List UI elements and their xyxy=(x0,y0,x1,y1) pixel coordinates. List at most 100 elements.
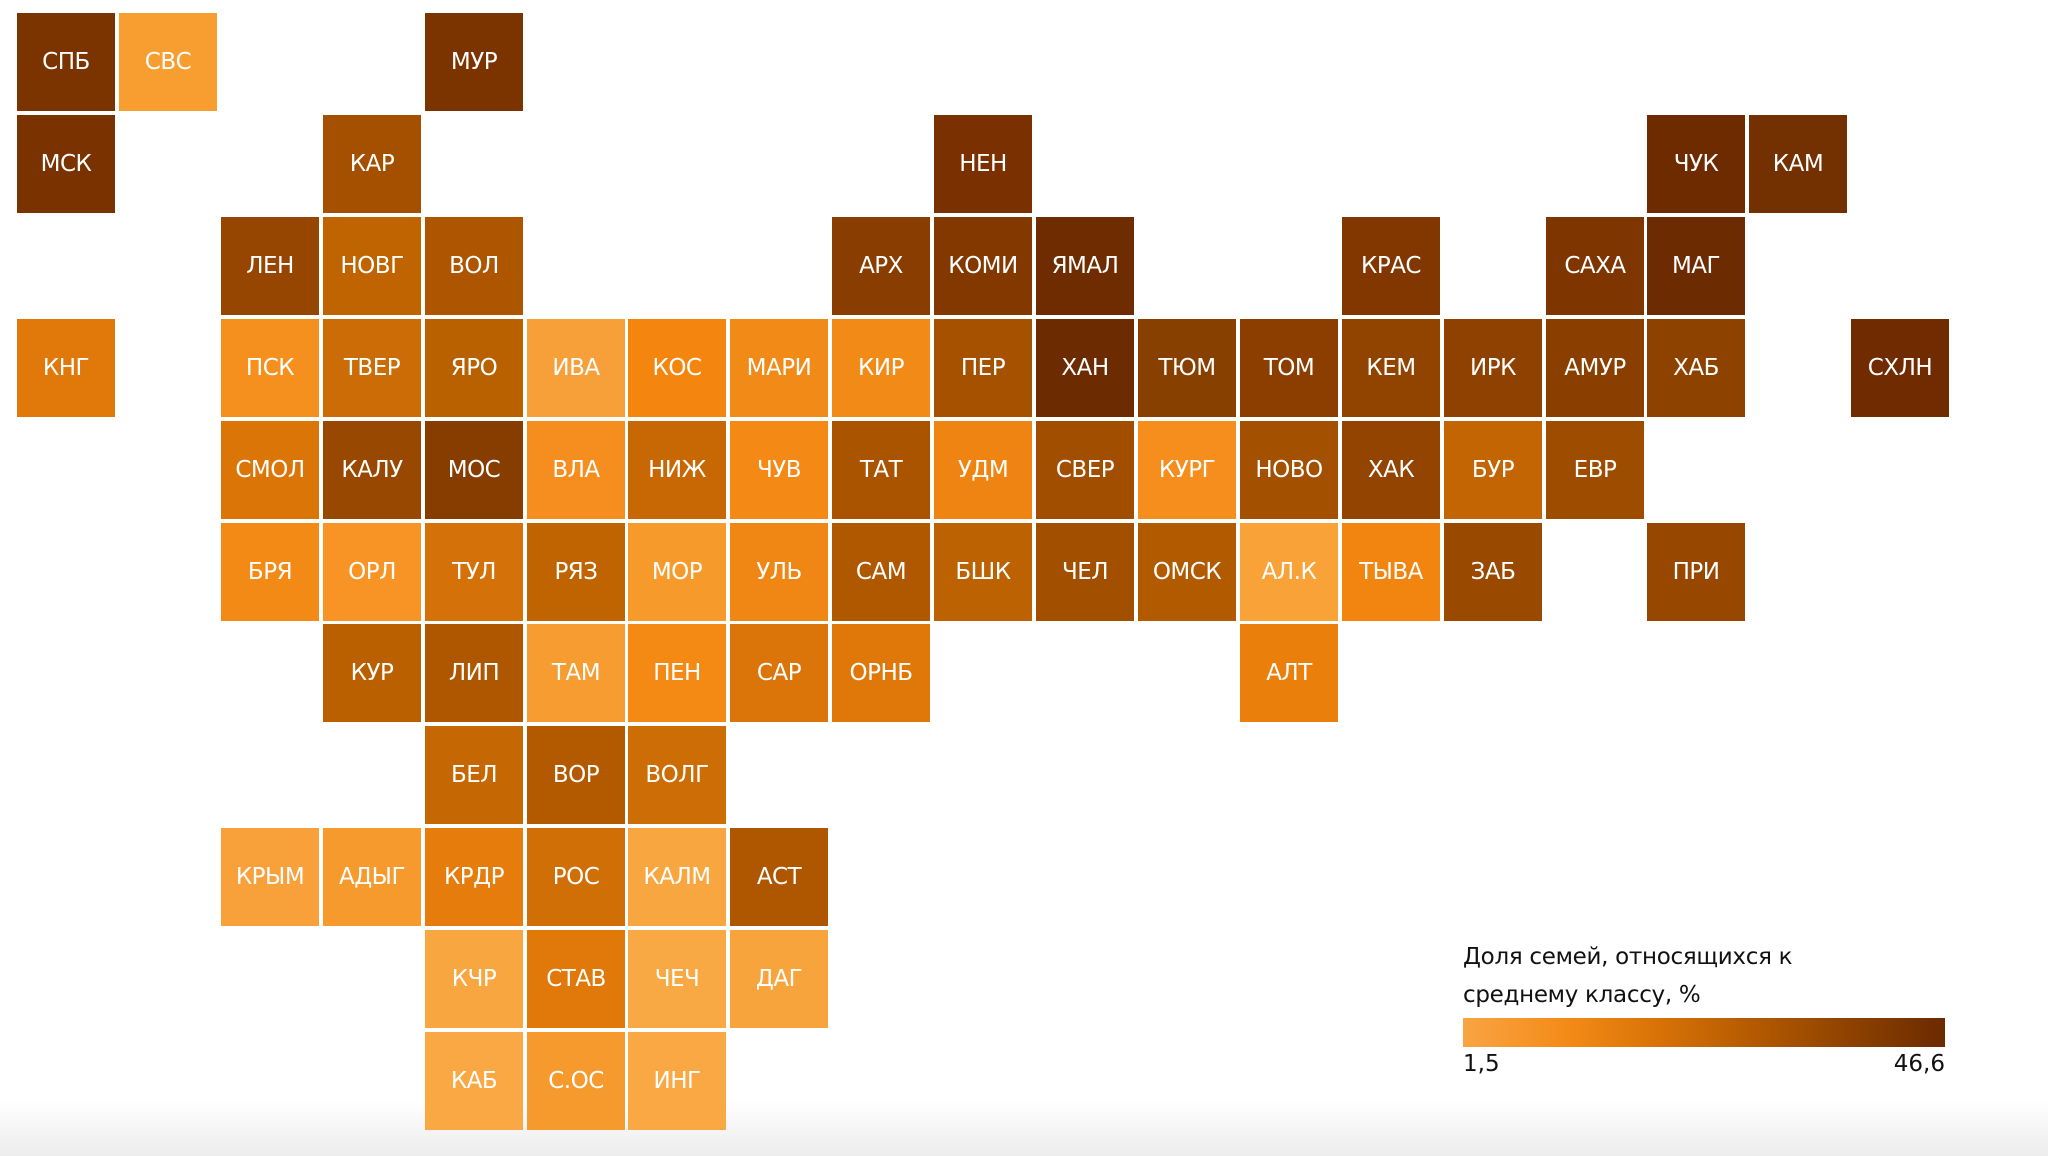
region-tile[interactable]: КАР xyxy=(323,115,421,213)
region-label: САМ xyxy=(855,559,907,585)
region-tile[interactable]: КУРГ xyxy=(1138,421,1236,519)
region-tile[interactable]: СВЕР xyxy=(1036,421,1134,519)
region-tile[interactable]: ДАГ xyxy=(730,930,828,1028)
region-label: ЗАБ xyxy=(1470,559,1516,585)
region-tile[interactable]: ПРИ xyxy=(1647,523,1745,621)
region-tile[interactable]: ЛЕН xyxy=(221,217,319,315)
region-label: НИЖ xyxy=(648,457,706,483)
region-tile[interactable]: УДМ xyxy=(934,421,1032,519)
region-tile[interactable]: САХА xyxy=(1546,217,1644,315)
region-tile[interactable]: ВОЛ xyxy=(425,217,523,315)
region-label: КАБ xyxy=(450,1068,498,1094)
region-tile[interactable]: БУР xyxy=(1444,421,1542,519)
region-tile[interactable]: ИРК xyxy=(1444,319,1542,417)
region-tile[interactable]: ИНГ xyxy=(628,1032,726,1130)
region-tile[interactable]: КРАС xyxy=(1342,217,1440,315)
region-tile[interactable]: НИЖ xyxy=(628,421,726,519)
region-tile[interactable]: САМ xyxy=(832,523,930,621)
region-tile[interactable]: НЕН xyxy=(934,115,1032,213)
region-tile[interactable]: ЯМАЛ xyxy=(1036,217,1134,315)
region-tile[interactable]: ЧЕЛ xyxy=(1036,523,1134,621)
region-tile[interactable]: БШК xyxy=(934,523,1032,621)
region-tile[interactable]: ВОЛГ xyxy=(628,726,726,824)
region-tile[interactable]: КУР xyxy=(323,624,421,722)
region-tile[interactable]: ЧЕЧ xyxy=(628,930,726,1028)
region-tile[interactable]: ТОМ xyxy=(1240,319,1338,417)
region-tile[interactable]: КАБ xyxy=(425,1032,523,1130)
region-tile[interactable]: НОВО xyxy=(1240,421,1338,519)
region-tile[interactable]: КНГ xyxy=(17,319,115,417)
region-tile[interactable]: СВС xyxy=(119,13,217,111)
region-label: КУРГ xyxy=(1158,457,1216,483)
region-label: КАЛУ xyxy=(341,457,403,483)
region-tile[interactable]: ОРЛ xyxy=(323,523,421,621)
region-tile[interactable]: КРЫМ xyxy=(221,828,319,926)
region-tile[interactable]: СПБ xyxy=(17,13,115,111)
region-tile[interactable]: ЧУВ xyxy=(730,421,828,519)
region-tile[interactable]: МОР xyxy=(628,523,726,621)
region-tile[interactable]: ПСК xyxy=(221,319,319,417)
region-tile[interactable]: КОМИ xyxy=(934,217,1032,315)
region-tile[interactable]: АЛ.К xyxy=(1240,523,1338,621)
region-tile[interactable]: ИВА xyxy=(527,319,625,417)
region-tile[interactable]: ТУЛ xyxy=(425,523,523,621)
region-tile[interactable]: С.ОС xyxy=(527,1032,625,1130)
region-tile[interactable]: ЧУК xyxy=(1647,115,1745,213)
region-label: ЧУВ xyxy=(756,457,802,483)
region-tile[interactable]: ХАН xyxy=(1036,319,1134,417)
region-tile[interactable]: ЕВР xyxy=(1546,421,1644,519)
region-tile[interactable]: АСТ xyxy=(730,828,828,926)
region-label: ТЮМ xyxy=(1158,355,1216,381)
region-tile[interactable]: ТЮМ xyxy=(1138,319,1236,417)
region-tile[interactable]: МОС xyxy=(425,421,523,519)
region-tile[interactable]: СМОЛ xyxy=(221,421,319,519)
region-tile[interactable]: МАГ xyxy=(1647,217,1745,315)
region-tile[interactable]: ОРНБ xyxy=(832,624,930,722)
region-tile[interactable]: ОМСК xyxy=(1138,523,1236,621)
region-tile[interactable]: МУР xyxy=(425,13,523,111)
region-tile[interactable]: СХЛН xyxy=(1851,319,1949,417)
region-tile[interactable]: ЗАБ xyxy=(1444,523,1542,621)
region-tile[interactable]: ТАМ xyxy=(527,624,625,722)
region-tile[interactable]: АДЫГ xyxy=(323,828,421,926)
region-tile[interactable]: ВЛА xyxy=(527,421,625,519)
region-tile[interactable]: КЕМ xyxy=(1342,319,1440,417)
region-tile[interactable]: УЛЬ xyxy=(730,523,828,621)
region-label: УЛЬ xyxy=(756,559,802,585)
region-tile[interactable]: ТВЕР xyxy=(323,319,421,417)
region-label: КОС xyxy=(652,355,703,381)
region-tile[interactable]: ПЕН xyxy=(628,624,726,722)
region-label: ЯМАЛ xyxy=(1051,253,1119,279)
region-tile[interactable]: САР xyxy=(730,624,828,722)
region-tile[interactable]: ПЕР xyxy=(934,319,1032,417)
region-label: ПРИ xyxy=(1672,559,1720,585)
region-tile[interactable]: КИР xyxy=(832,319,930,417)
region-label: ТОМ xyxy=(1263,355,1315,381)
region-tile[interactable]: КРДР xyxy=(425,828,523,926)
region-tile[interactable]: ХАК xyxy=(1342,421,1440,519)
region-tile[interactable]: СТАВ xyxy=(527,930,625,1028)
region-tile[interactable]: АМУР xyxy=(1546,319,1644,417)
region-tile[interactable]: ЯРО xyxy=(425,319,523,417)
region-tile[interactable]: КЧР xyxy=(425,930,523,1028)
region-tile[interactable]: КАМ xyxy=(1749,115,1847,213)
region-label: АЛТ xyxy=(1266,660,1312,686)
region-tile[interactable]: КАЛУ xyxy=(323,421,421,519)
region-tile[interactable]: ВОР xyxy=(527,726,625,824)
region-tile[interactable]: БРЯ xyxy=(221,523,319,621)
region-tile[interactable]: РОС xyxy=(527,828,625,926)
region-tile[interactable]: ХАБ xyxy=(1647,319,1745,417)
region-tile[interactable]: РЯЗ xyxy=(527,523,625,621)
region-tile[interactable]: НОВГ xyxy=(323,217,421,315)
region-tile[interactable]: ТАТ xyxy=(832,421,930,519)
region-tile[interactable]: МСК xyxy=(17,115,115,213)
region-label: НОВГ xyxy=(340,253,404,279)
region-tile[interactable]: КОС xyxy=(628,319,726,417)
region-tile[interactable]: МАРИ xyxy=(730,319,828,417)
region-tile[interactable]: ЛИП xyxy=(425,624,523,722)
region-tile[interactable]: ТЫВА xyxy=(1342,523,1440,621)
region-tile[interactable]: АРХ xyxy=(832,217,930,315)
region-tile[interactable]: КАЛМ xyxy=(628,828,726,926)
region-tile[interactable]: АЛТ xyxy=(1240,624,1338,722)
region-tile[interactable]: БЕЛ xyxy=(425,726,523,824)
